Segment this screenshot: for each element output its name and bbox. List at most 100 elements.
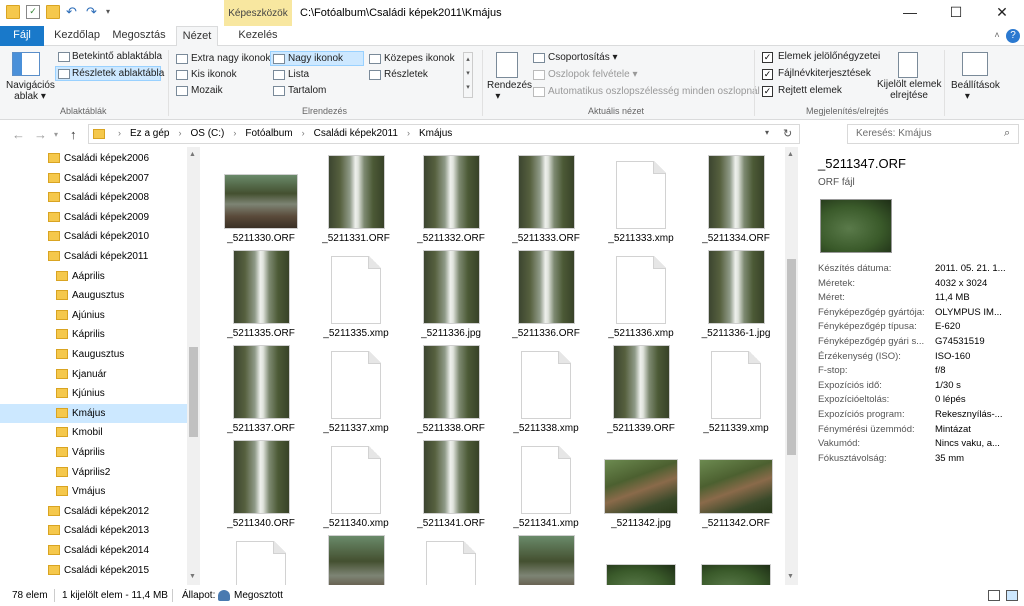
tab-view[interactable]: Nézet bbox=[176, 26, 218, 47]
sidebar-item[interactable]: Ajúnius bbox=[0, 306, 187, 325]
up-icon[interactable]: ↑ bbox=[70, 127, 77, 142]
file-thumbnail[interactable] bbox=[422, 345, 480, 419]
sidebar-item[interactable]: Aaugusztus bbox=[0, 286, 187, 305]
property-value[interactable]: ISO-160 bbox=[935, 351, 1021, 362]
scroll-up-icon[interactable]: ▲ bbox=[787, 151, 794, 158]
file-thumbnail[interactable] bbox=[517, 155, 575, 229]
property-value[interactable]: 2011. 05. 21. 1... bbox=[935, 263, 1021, 274]
file-thumbnail[interactable] bbox=[422, 440, 480, 514]
sidebar-item[interactable]: Váprilis bbox=[0, 443, 187, 462]
minimize-ribbon-icon[interactable]: ˄ bbox=[990, 26, 1004, 46]
file-document-icon[interactable] bbox=[616, 161, 666, 229]
sidebar-item[interactable]: Családi képek2007 bbox=[0, 169, 187, 188]
layout-scroll[interactable]: ▴ ▾ ▾ bbox=[463, 52, 473, 98]
recent-locations-icon[interactable]: ▾ bbox=[54, 130, 58, 139]
file-thumbnail[interactable] bbox=[612, 345, 670, 419]
file-thumbnail[interactable] bbox=[224, 174, 298, 229]
sidebar-item[interactable]: Családi képek2014 bbox=[0, 541, 187, 560]
autosize-button[interactable]: Automatikus oszlopszélesség minden oszlo… bbox=[548, 86, 760, 97]
maximize-button[interactable]: ☐ bbox=[933, 0, 979, 26]
scroll-down-icon[interactable]: ▼ bbox=[787, 573, 794, 580]
sidebar-item[interactable]: Káprilis bbox=[0, 325, 187, 344]
sidebar-item[interactable]: Kmobil bbox=[0, 423, 187, 442]
refresh-icon[interactable]: ↻ bbox=[783, 127, 792, 140]
file-thumbnail[interactable] bbox=[517, 250, 575, 324]
file-extensions-checkbox[interactable]: ✓ bbox=[762, 69, 773, 80]
sidebar-item[interactable]: Családi képek2013 bbox=[0, 521, 187, 540]
file-thumbnail[interactable] bbox=[604, 459, 678, 514]
layout-xl-icons[interactable]: Extra nagy ikonok bbox=[191, 53, 271, 64]
file-thumbnail[interactable] bbox=[707, 250, 765, 324]
breadcrumb-item[interactable]: Fotóalbum bbox=[245, 128, 292, 139]
layout-details[interactable]: Részletek bbox=[384, 69, 428, 80]
file-document-icon[interactable] bbox=[236, 541, 286, 585]
group-by-button[interactable]: Csoportosítás ▾ bbox=[548, 52, 618, 63]
layout-small-icons[interactable]: Kis ikonok bbox=[191, 69, 237, 80]
layout-list[interactable]: Lista bbox=[288, 69, 309, 80]
hidden-items-checkbox[interactable]: ✓ bbox=[762, 86, 773, 97]
layout-content[interactable]: Tartalom bbox=[288, 85, 326, 96]
file-list-scrollbar[interactable]: ▲ ▼ bbox=[785, 147, 798, 585]
minimize-button[interactable]: — bbox=[887, 0, 933, 26]
tab-file[interactable]: Fájl bbox=[0, 26, 44, 46]
property-value[interactable]: 11,4 MB bbox=[935, 292, 1021, 303]
property-value[interactable]: Nincs vaku, a... bbox=[935, 438, 1021, 449]
sidebar-item[interactable]: Kaugusztus bbox=[0, 345, 187, 364]
property-value[interactable]: 1/30 s bbox=[935, 380, 1021, 391]
property-value[interactable]: 0 lépés bbox=[935, 394, 1021, 405]
tab-manage[interactable]: Kezelés bbox=[232, 26, 284, 46]
navigation-pane-button[interactable]: Navigációs ablak ▾ bbox=[6, 80, 55, 102]
property-value[interactable]: G74531519 bbox=[935, 336, 1021, 347]
property-value[interactable]: f/8 bbox=[935, 365, 1021, 376]
details-view-icon[interactable] bbox=[988, 590, 1000, 601]
property-value[interactable]: Mintázat bbox=[935, 424, 1021, 435]
breadcrumb-chevron-icon[interactable]: › bbox=[302, 128, 305, 138]
details-pane-button[interactable]: Részletek ablaktábla bbox=[72, 68, 164, 79]
large-icons-view-icon[interactable] bbox=[1006, 590, 1018, 601]
file-thumbnail[interactable] bbox=[517, 535, 575, 585]
breadcrumb-chevron-icon[interactable]: › bbox=[233, 128, 236, 138]
add-columns-button[interactable]: Oszlopok felvétele ▾ bbox=[548, 69, 638, 80]
file-thumbnail[interactable] bbox=[327, 155, 385, 229]
breadcrumb-item[interactable]: OS (C:) bbox=[190, 128, 224, 139]
sidebar-item[interactable]: Kjúnius bbox=[0, 384, 187, 403]
new-folder-icon[interactable] bbox=[46, 5, 60, 19]
layout-medium-icons[interactable]: Közepes ikonok bbox=[384, 53, 455, 64]
breadcrumb-chevron-icon[interactable]: › bbox=[118, 128, 121, 138]
options-button[interactable]: Beállítások ▾ bbox=[951, 80, 1000, 102]
sidebar-item[interactable]: Vmájus bbox=[0, 482, 187, 501]
file-thumbnail[interactable] bbox=[327, 535, 385, 585]
file-document-icon[interactable] bbox=[331, 446, 381, 514]
preview-pane-button[interactable]: Betekintő ablaktábla bbox=[72, 51, 162, 62]
file-document-icon[interactable] bbox=[331, 351, 381, 419]
file-thumbnail[interactable] bbox=[707, 155, 765, 229]
breadcrumb-item[interactable]: Ez a gép bbox=[130, 128, 169, 139]
property-value[interactable]: 4032 x 3024 bbox=[935, 278, 1021, 289]
property-value[interactable]: OLYMPUS IM... bbox=[935, 307, 1021, 318]
sidebar-item[interactable]: Családi képek2010 bbox=[0, 227, 187, 246]
file-document-icon[interactable] bbox=[521, 351, 571, 419]
sidebar-item[interactable]: Kjanuár bbox=[0, 365, 187, 384]
item-checkboxes-checkbox[interactable]: ✓ bbox=[762, 52, 773, 63]
scroll-down-icon[interactable]: ▼ bbox=[189, 573, 196, 580]
file-thumbnail[interactable] bbox=[699, 459, 773, 514]
file-document-icon[interactable] bbox=[616, 256, 666, 324]
sidebar-item[interactable]: Családi képek2008 bbox=[0, 188, 187, 207]
hide-selected-button[interactable]: Kijelölt elemek elrejtése bbox=[877, 79, 941, 101]
breadcrumb-chevron-icon[interactable]: › bbox=[407, 128, 410, 138]
sidebar-item[interactable]: Váprilis2 bbox=[0, 463, 187, 482]
file-thumbnail[interactable] bbox=[701, 564, 771, 585]
help-icon[interactable]: ? bbox=[1006, 29, 1020, 43]
sidebar-item[interactable]: Családi képek2015 bbox=[0, 561, 187, 580]
close-button[interactable]: ✕ bbox=[979, 0, 1024, 26]
property-value[interactable]: E-620 bbox=[935, 321, 1021, 332]
file-document-icon[interactable] bbox=[426, 541, 476, 585]
file-thumbnail[interactable] bbox=[232, 250, 290, 324]
tab-share[interactable]: Megosztás bbox=[108, 26, 170, 46]
layout-tiles[interactable]: Mozaik bbox=[191, 85, 223, 96]
forward-icon[interactable]: → bbox=[34, 127, 47, 142]
file-thumbnail[interactable] bbox=[606, 564, 676, 585]
back-icon[interactable]: ← bbox=[12, 127, 25, 142]
file-thumbnail[interactable] bbox=[232, 345, 290, 419]
sidebar-item[interactable]: Családi képek2012 bbox=[0, 502, 187, 521]
